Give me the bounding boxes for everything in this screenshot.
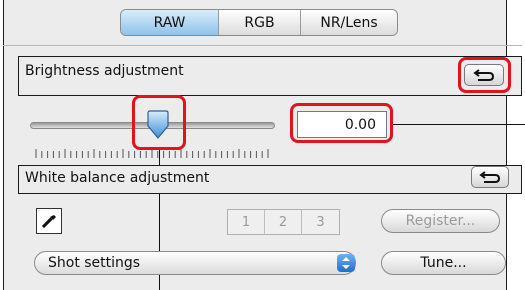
white-balance-undo-button[interactable]	[471, 166, 509, 188]
eyedropper-button[interactable]	[36, 208, 62, 234]
callout-undo-button	[458, 57, 511, 93]
callout-pointer-line	[393, 124, 525, 125]
preset-3-button[interactable]: 3	[302, 210, 339, 234]
tool-palette	[3, 0, 507, 290]
tune-button[interactable]: Tune...	[381, 251, 506, 275]
preset-2-button[interactable]: 2	[265, 210, 302, 234]
undo-arrow-icon	[479, 171, 501, 183]
tab-bar: RAW RGB NR/Lens	[120, 9, 398, 36]
preset-1-button[interactable]: 1	[228, 210, 265, 234]
register-button[interactable]: Register...	[381, 209, 500, 233]
white-balance-select-value: Shot settings	[48, 255, 141, 271]
white-balance-section: White balance adjustment	[18, 165, 522, 194]
preset-group: 1 2 3	[227, 209, 340, 235]
callout-value-field	[290, 103, 393, 143]
white-balance-select[interactable]: Shot settings	[34, 251, 356, 275]
callout-slider-thumb	[132, 95, 186, 150]
tab-raw[interactable]: RAW	[121, 10, 219, 35]
divider	[3, 45, 522, 46]
tab-nr-lens[interactable]: NR/Lens	[301, 10, 397, 35]
tab-rgb[interactable]: RGB	[219, 10, 301, 35]
brightness-title: Brightness adjustment	[25, 63, 184, 79]
white-balance-title: White balance adjustment	[25, 170, 210, 186]
brightness-section: Brightness adjustment	[18, 56, 522, 96]
select-arrows-icon	[337, 254, 355, 272]
eyedropper-icon	[41, 215, 56, 229]
